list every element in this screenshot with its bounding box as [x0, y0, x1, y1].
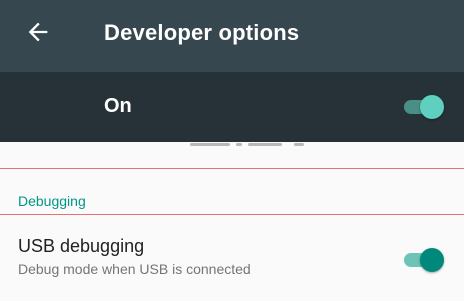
master-switch-bar[interactable]: On	[0, 72, 464, 142]
section-header-debugging: Debugging	[18, 193, 86, 209]
usb-debugging-toggle[interactable]	[402, 246, 446, 274]
app-bar: Developer options	[0, 0, 464, 72]
master-switch-label: On	[104, 95, 132, 117]
usb-debugging-title: USB debugging	[18, 236, 145, 256]
clipped-text-fragment	[236, 143, 242, 146]
settings-list: Debugging USB debugging Debug mode when …	[0, 142, 464, 301]
clipped-text-fragment	[248, 143, 282, 146]
clipped-text-fragment	[190, 143, 230, 146]
clipped-previous-item	[190, 142, 320, 148]
divider	[0, 168, 464, 169]
clipped-text-fragment	[294, 143, 304, 146]
switch-thumb	[420, 95, 444, 119]
usb-debugging-subtitle: Debug mode when USB is connected	[18, 261, 251, 277]
back-button[interactable]	[24, 18, 52, 46]
divider	[0, 214, 464, 215]
arrow-back-icon	[28, 22, 48, 42]
settings-screen: Developer options On Debugging USB debug…	[0, 0, 464, 301]
master-toggle-switch[interactable]	[402, 93, 446, 121]
switch-thumb	[420, 248, 444, 272]
page-title: Developer options	[104, 20, 300, 45]
usb-debugging-row[interactable]: USB debugging Debug mode when USB is con…	[0, 230, 464, 290]
